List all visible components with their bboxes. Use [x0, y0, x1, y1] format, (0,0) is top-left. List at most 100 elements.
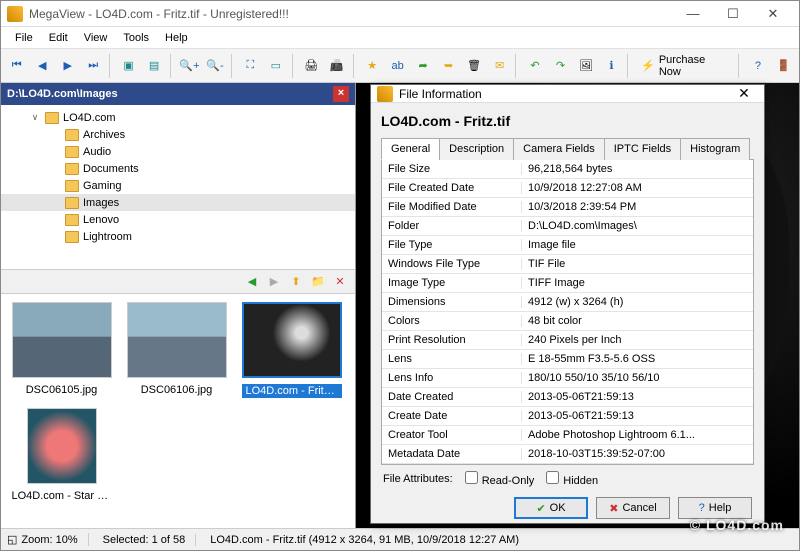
tree-item[interactable]: Audio — [1, 143, 355, 160]
property-row[interactable]: Windows File TypeTIF File — [382, 255, 753, 274]
thumbnail[interactable]: DSC06106.jpg — [124, 302, 229, 398]
prop-value: 4912 (w) x 3264 (h) — [522, 296, 753, 308]
menu-tools[interactable]: Tools — [115, 29, 157, 47]
prop-key: Windows File Type — [382, 258, 522, 270]
property-row[interactable]: Lens Info 180/10 550/10 35/10 56/10 — [382, 369, 753, 388]
help-button[interactable]: ?Help — [678, 497, 752, 519]
tree-item[interactable]: Gaming — [1, 177, 355, 194]
tree-item[interactable]: Lenovo — [1, 211, 355, 228]
file-info-dialog: File Information ✕ LO4D.com - Fritz.tif … — [370, 84, 765, 524]
property-row[interactable]: Print Resolution240 Pixels per Inch — [382, 331, 753, 350]
redo-button[interactable]: ↷ — [549, 54, 572, 78]
info-button[interactable]: ℹ — [600, 54, 623, 78]
tree-item[interactable]: Documents — [1, 160, 355, 177]
minimize-button[interactable]: — — [673, 3, 713, 25]
exit-button[interactable]: 🚪 — [772, 54, 795, 78]
favorite-button[interactable]: ★ — [360, 54, 383, 78]
slideshow-button[interactable]: ▣ — [117, 54, 140, 78]
prop-key: Folder — [382, 220, 522, 232]
refresh-button[interactable]: 🖼 — [574, 54, 597, 78]
path-close-button[interactable]: × — [333, 86, 349, 102]
hidden-checkbox[interactable]: Hidden — [546, 471, 598, 487]
property-row[interactable]: FolderD:\LO4D.com\Images\ — [382, 217, 753, 236]
menu-file[interactable]: File — [7, 29, 41, 47]
readonly-checkbox[interactable]: Read-Only — [465, 471, 535, 487]
prop-key: Date Created — [382, 391, 522, 403]
first-button[interactable]: ⏮ — [5, 54, 28, 78]
undo-button[interactable]: ↶ — [523, 54, 546, 78]
delete-button[interactable]: 🗑 — [462, 54, 485, 78]
property-row[interactable]: LensE 18-55mm F3.5-5.6 OSS — [382, 350, 753, 369]
mail-button[interactable]: ✉ — [488, 54, 511, 78]
zoom-out-button[interactable]: 🔍- — [203, 54, 226, 78]
scan-button[interactable]: 📠 — [325, 54, 348, 78]
menu-edit[interactable]: Edit — [41, 29, 76, 47]
maximize-button[interactable]: ☐ — [713, 3, 753, 25]
property-row[interactable]: Image TypeTIFF Image — [382, 274, 753, 293]
toolbar: ⏮ ◀ ▶ ⏭ ▣ ▤ 🔍+ 🔍- ⛶ ▭ 🖨 📠 ★ ab ➦ ➥ 🗑 ✉ ↶… — [1, 49, 799, 83]
thumbnail[interactable]: LO4D.com - Star Fi... — [9, 408, 114, 502]
property-row[interactable]: File Size96,218,564 bytes — [382, 160, 753, 179]
next-button[interactable]: ▶ — [56, 54, 79, 78]
close-button[interactable]: ✕ — [753, 3, 793, 25]
tab-histogram[interactable]: Histogram — [680, 138, 750, 160]
menu-help[interactable]: Help — [157, 29, 196, 47]
titlebar: MegaView - LO4D.com - Fritz.tif - Unregi… — [1, 1, 799, 27]
purchase-label: Purchase Now — [659, 54, 728, 78]
up-button[interactable]: ⬆ — [287, 273, 305, 291]
property-row[interactable]: File TypeImage file — [382, 236, 753, 255]
folder-tree[interactable]: ∨ LO4D.com Archives Audio Documents Gami… — [1, 105, 355, 270]
property-row[interactable]: Metadata Date2018-10-03T15:39:52-07:00 — [382, 445, 753, 464]
thumbnail-pane[interactable]: DSC06105.jpg DSC06106.jpg LO4D.com - Fri… — [1, 294, 355, 528]
fit-button[interactable]: ▭ — [264, 54, 287, 78]
lightning-icon: ⚡ — [641, 59, 655, 72]
thumb-image — [27, 408, 97, 484]
thumbnail-selected[interactable]: LO4D.com - Fritz.tif — [239, 302, 344, 398]
property-grid[interactable]: File Size96,218,564 bytesFile Created Da… — [381, 160, 754, 465]
tree-item-selected[interactable]: Images — [1, 194, 355, 211]
property-row[interactable]: Date Created2013-05-06T21:59:13 — [382, 388, 753, 407]
dialog-titlebar: File Information ✕ — [371, 85, 764, 103]
property-row[interactable]: Creator ToolAdobe Photoshop Lightroom 6.… — [382, 426, 753, 445]
last-button[interactable]: ⏭ — [81, 54, 104, 78]
ok-button[interactable]: ✔OK — [514, 497, 588, 519]
presentation-button[interactable]: ▤ — [142, 54, 165, 78]
nav-strip: ◀ ▶ ⬆ 📁 ✕ — [1, 270, 355, 294]
tab-description[interactable]: Description — [439, 138, 514, 160]
tab-iptc[interactable]: IPTC Fields — [604, 138, 681, 160]
dialog-tabs: General Description Camera Fields IPTC F… — [381, 137, 754, 160]
help-button[interactable]: ? — [746, 54, 769, 78]
thumbnail[interactable]: DSC06105.jpg — [9, 302, 114, 398]
property-row[interactable]: File Modified Date10/3/2018 2:39:54 PM — [382, 198, 753, 217]
fullscreen-button[interactable]: ⛶ — [239, 54, 262, 78]
new-folder-button[interactable]: 📁 — [309, 273, 327, 291]
property-row[interactable]: Dimensions4912 (w) x 3264 (h) — [382, 293, 753, 312]
collapse-icon[interactable]: ∨ — [29, 112, 41, 123]
tree-item[interactable]: Lightroom — [1, 228, 355, 245]
tree-root[interactable]: ∨ LO4D.com — [1, 109, 355, 126]
purchase-button[interactable]: ⚡ Purchase Now — [635, 54, 734, 78]
cancel-button[interactable]: ✖Cancel — [596, 497, 670, 519]
print-button[interactable]: 🖨 — [300, 54, 323, 78]
property-row[interactable]: Create Date2013-05-06T21:59:13 — [382, 407, 753, 426]
copy-button[interactable]: ➥ — [437, 54, 460, 78]
rename-button[interactable]: ab — [386, 54, 409, 78]
forward-button[interactable]: ▶ — [265, 273, 283, 291]
tree-item[interactable]: Archives — [1, 126, 355, 143]
back-button[interactable]: ◀ — [243, 273, 261, 291]
thumb-image — [127, 302, 227, 378]
attrs-label: File Attributes: — [383, 473, 453, 485]
tree-root-label: LO4D.com — [63, 112, 116, 124]
folder-icon — [65, 129, 79, 141]
property-row[interactable]: File Created Date10/9/2018 12:27:08 AM — [382, 179, 753, 198]
delete-folder-button[interactable]: ✕ — [331, 273, 349, 291]
thumb-caption: LO4D.com - Fritz.tif — [242, 384, 342, 398]
dialog-close-button[interactable]: ✕ — [730, 85, 758, 102]
menu-view[interactable]: View — [76, 29, 116, 47]
tab-general[interactable]: General — [381, 138, 440, 160]
property-row[interactable]: Colors48 bit color — [382, 312, 753, 331]
prev-button[interactable]: ◀ — [30, 54, 53, 78]
move-button[interactable]: ➦ — [411, 54, 434, 78]
zoom-in-button[interactable]: 🔍+ — [178, 54, 201, 78]
tab-camera[interactable]: Camera Fields — [513, 138, 605, 160]
